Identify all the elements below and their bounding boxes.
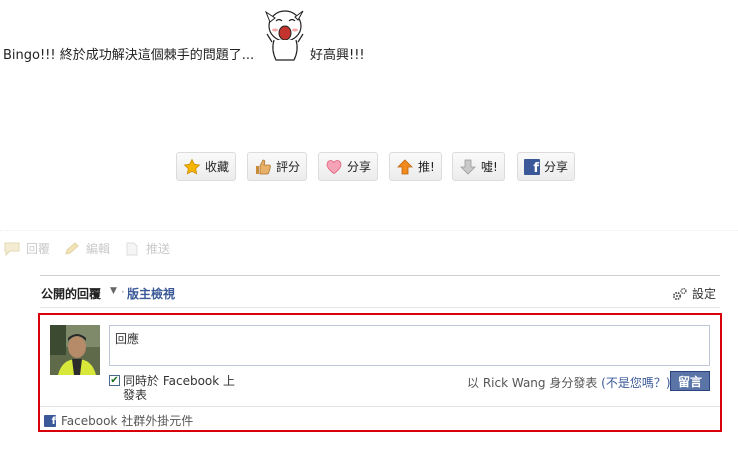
push-up-label: 推! bbox=[418, 160, 435, 174]
section-divider bbox=[0, 230, 738, 231]
article-toolbar: 回覆 編輯 推送 bbox=[4, 240, 170, 257]
trackback-label: 推送 bbox=[146, 242, 171, 256]
arrow-down-icon bbox=[460, 159, 476, 175]
favorite-button[interactable]: 收藏 bbox=[176, 152, 237, 181]
facebook-share-button[interactable]: f 分享 bbox=[517, 152, 576, 181]
not-you-link[interactable]: (不是您嗎？) bbox=[601, 376, 670, 390]
facebook-icon: f bbox=[524, 158, 540, 175]
favorite-label: 收藏 bbox=[205, 160, 230, 174]
gear-icon bbox=[672, 287, 687, 300]
reply-label: 回覆 bbox=[26, 242, 51, 256]
tab-admin-view[interactable]: 版主檢視 bbox=[127, 285, 175, 302]
chevron-down-icon[interactable]: ▼ bbox=[110, 286, 117, 296]
arrow-up-icon bbox=[397, 158, 413, 174]
share-heart-button[interactable]: 分享 bbox=[318, 152, 379, 181]
document-icon bbox=[126, 242, 138, 255]
identity-text: 以 Rick Wang 身分發表 bbox=[467, 376, 598, 390]
post-to-facebook-checkbox[interactable]: ✔ bbox=[109, 375, 120, 386]
posting-identity: 以 Rick Wang 身分發表 (不是您嗎？) bbox=[467, 374, 671, 391]
reply-link[interactable]: 回覆 bbox=[4, 240, 50, 257]
facebook-icon: f bbox=[44, 414, 56, 427]
settings-link[interactable]: 設定 bbox=[672, 285, 716, 302]
edit-label: 編輯 bbox=[86, 242, 111, 256]
share-heart-label: 分享 bbox=[347, 160, 372, 174]
facebook-share-label: 分享 bbox=[544, 160, 569, 174]
rate-button[interactable]: 評分 bbox=[247, 152, 308, 181]
rate-label: 評分 bbox=[276, 160, 301, 174]
post-text: Bingo!!! 終於成功解決這個棘手的問題了... bbox=[3, 48, 255, 63]
trackback-link[interactable]: 推送 bbox=[124, 240, 170, 257]
post-to-facebook-option[interactable]: ✔ 同時於 Facebook 上發表 bbox=[109, 374, 239, 402]
tab-separator: · bbox=[121, 285, 125, 299]
thumbs-up-icon bbox=[256, 159, 271, 174]
post-to-facebook-label: 同時於 Facebook 上發表 bbox=[123, 374, 236, 402]
heart-icon bbox=[326, 159, 342, 174]
submit-comment-button[interactable]: 留言 bbox=[670, 371, 710, 391]
settings-label: 設定 bbox=[692, 287, 717, 301]
boo-down-label: 噓! bbox=[481, 160, 498, 174]
avatar bbox=[50, 325, 100, 375]
speech-bubble-icon bbox=[4, 242, 20, 256]
pencil-icon bbox=[65, 241, 79, 255]
boo-down-button[interactable]: 噓! bbox=[452, 152, 505, 181]
plugin-footer: f Facebook 社群外掛元件 bbox=[44, 412, 193, 429]
comment-input[interactable] bbox=[109, 325, 710, 366]
star-icon bbox=[183, 158, 201, 175]
plugin-footer-label[interactable]: Facebook 社群外掛元件 bbox=[61, 412, 193, 429]
tab-public-replies[interactable]: 公開的回覆 bbox=[41, 285, 101, 302]
edit-link[interactable]: 編輯 bbox=[64, 240, 110, 257]
happy-emoticon-icon bbox=[262, 8, 308, 64]
plugin-footer-divider bbox=[40, 406, 720, 407]
plugin-header-divider bbox=[40, 307, 720, 308]
post-text-end: 好高興!!! bbox=[310, 48, 365, 63]
push-up-button[interactable]: 推! bbox=[389, 152, 442, 181]
plugin-top-border bbox=[40, 275, 720, 276]
